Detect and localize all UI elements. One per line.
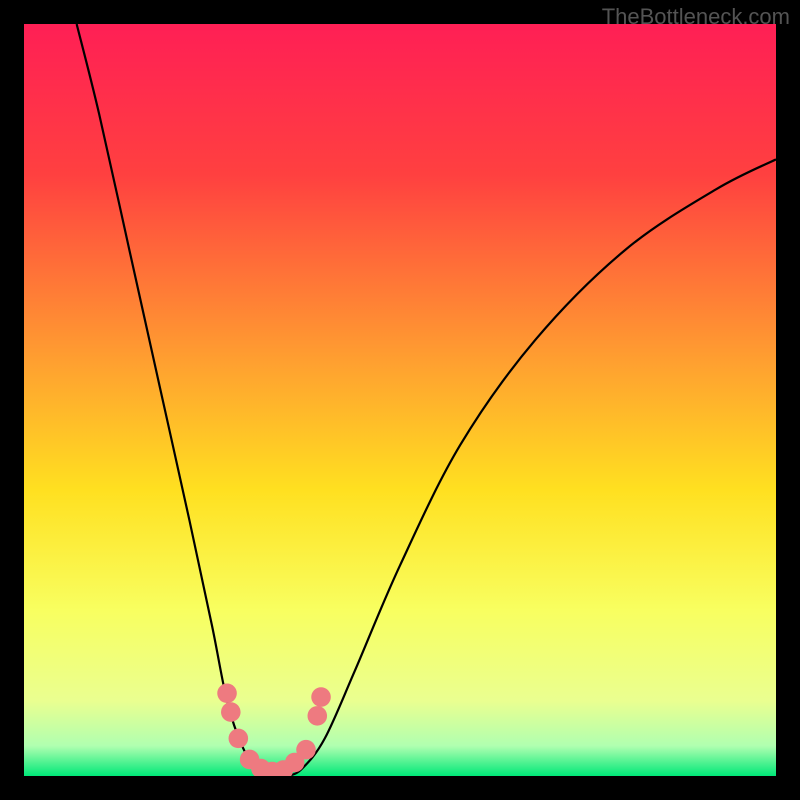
data-marker [221, 702, 241, 722]
data-marker [308, 706, 328, 726]
chart-background [24, 24, 776, 776]
chart-frame [24, 24, 776, 776]
data-marker [229, 729, 249, 749]
chart-svg [24, 24, 776, 776]
data-marker [296, 740, 316, 760]
watermark-text: TheBottleneck.com [602, 4, 790, 30]
data-marker [217, 684, 237, 704]
data-marker [311, 687, 331, 707]
